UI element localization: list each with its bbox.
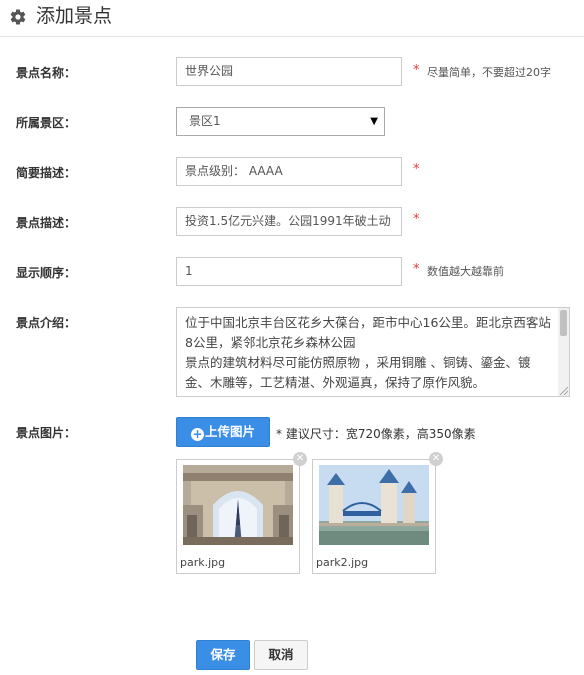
order-label: 显示顺序： bbox=[16, 266, 77, 280]
name-input[interactable]: 世界公园 bbox=[176, 57, 402, 86]
name-label: 景点名称： bbox=[16, 66, 77, 80]
gear-icon bbox=[10, 9, 26, 25]
remove-image-icon[interactable]: ✕ bbox=[293, 452, 307, 466]
upload-image-button[interactable]: + 上传图片 bbox=[176, 417, 270, 447]
image-thumbnail[interactable]: park2.jpg ✕ bbox=[312, 452, 443, 574]
page-title: 添加景点 bbox=[36, 5, 113, 27]
image-filename: park2.jpg bbox=[316, 556, 369, 569]
brief-input[interactable]: 景点级别： AAAA bbox=[176, 157, 402, 186]
upload-hint: * 建议尺寸：宽720像素，高350像素 bbox=[276, 425, 476, 442]
scrollbar-thumb[interactable] bbox=[560, 310, 567, 336]
textarea-scrollbar[interactable] bbox=[558, 308, 569, 396]
intro-label: 景点介绍： bbox=[16, 316, 77, 330]
desc-label: 景点描述： bbox=[16, 216, 77, 230]
cancel-button[interactable]: 取消 bbox=[254, 640, 308, 670]
name-required-mark: * bbox=[413, 63, 420, 78]
intro-text: 位于中国北京丰台区花乡大葆台，距市中心16公里。距北京西客站8公里，紧邻北京花乡… bbox=[185, 315, 551, 390]
arch-photo bbox=[183, 465, 293, 545]
order-hint: 数值越大越靠前 bbox=[427, 265, 504, 278]
save-button[interactable]: 保存 bbox=[196, 640, 250, 670]
upload-hint-text: 建议尺寸：宽720像素，高350像素 bbox=[285, 427, 476, 441]
image-filename: park.jpg bbox=[180, 556, 226, 569]
area-select[interactable]: 景区1 ▼ bbox=[176, 107, 385, 136]
resize-handle-icon[interactable] bbox=[560, 387, 568, 395]
area-select-value: 景区1 bbox=[189, 114, 221, 128]
brief-required-mark: * bbox=[413, 162, 420, 177]
remove-image-icon[interactable]: ✕ bbox=[429, 452, 443, 466]
upload-button-label: 上传图片 bbox=[204, 424, 255, 439]
bridge-photo bbox=[319, 465, 429, 545]
intro-textarea[interactable]: 位于中国北京丰台区花乡大葆台，距市中心16公里。距北京西客站8公里，紧邻北京花乡… bbox=[176, 307, 570, 397]
area-label: 所属景区： bbox=[16, 116, 77, 130]
upload-hint-star: * bbox=[276, 427, 282, 441]
page-header: 添加景点 bbox=[0, 0, 584, 37]
dropdown-arrow-icon: ▼ bbox=[370, 116, 378, 127]
desc-input[interactable]: 投资1.5亿元兴建。公园1991年破土动 bbox=[176, 207, 402, 236]
image-thumbnail[interactable]: park.jpg ✕ bbox=[176, 452, 307, 574]
plus-circle-icon: + bbox=[190, 427, 204, 441]
images-label: 景点图片： bbox=[16, 426, 77, 440]
order-input[interactable]: 1 bbox=[176, 257, 402, 286]
brief-label: 简要描述： bbox=[16, 166, 77, 180]
name-hint: 尽量简单，不要超过20字 bbox=[427, 66, 551, 79]
desc-required-mark: * bbox=[413, 212, 420, 227]
order-required-mark: * bbox=[413, 262, 420, 277]
